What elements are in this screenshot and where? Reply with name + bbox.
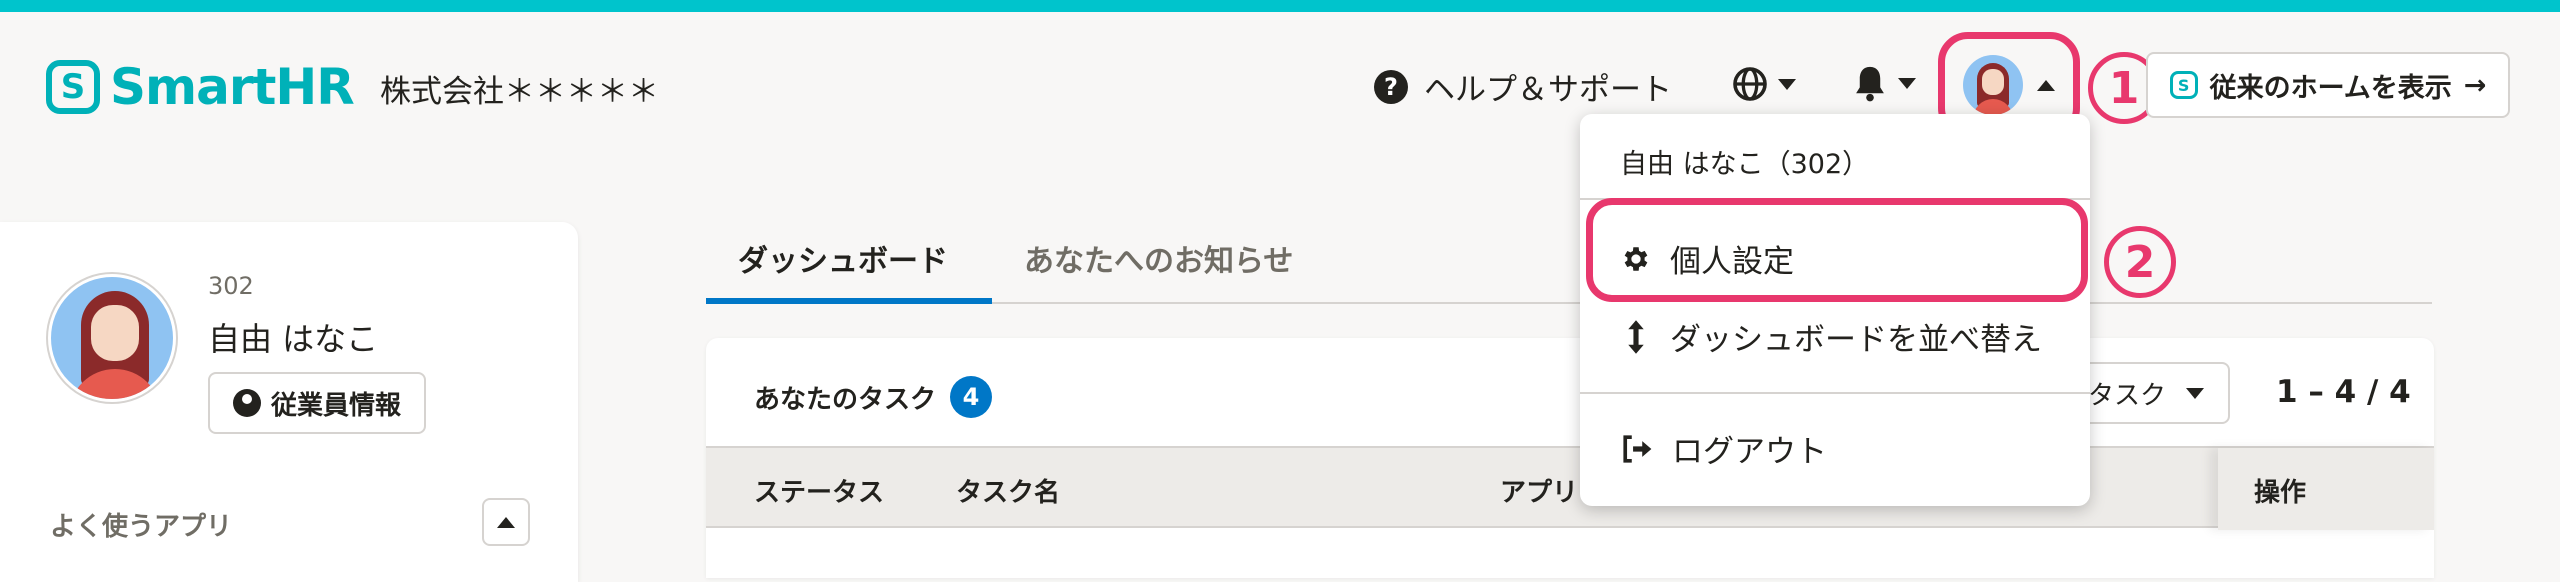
top-accent-bar (0, 0, 2560, 12)
column-header-status: ステータス (754, 478, 885, 508)
menu-item-label: ダッシュボードを並べ替え (1670, 322, 2042, 358)
legacy-home-button[interactable]: S 従来のホームを表示 → (2146, 52, 2510, 118)
menu-divider (1580, 392, 2090, 394)
help-label: ヘルプ＆サポート (1424, 72, 1672, 108)
company-name: 株式会社＊＊＊＊＊ (380, 74, 659, 110)
chevron-down-icon (1898, 77, 1916, 89)
task-card: あなたのタスク 4 タスク 1 – 4 / 4 ステータス タスク名 アプリ 操… (706, 338, 2434, 578)
collapse-favorites-button[interactable] (482, 498, 530, 546)
chevron-down-icon (1778, 78, 1796, 90)
pagination-info: 1 – 4 / 4 (2276, 374, 2411, 410)
arrow-right-icon: → (2463, 69, 2487, 101)
task-filter-label: タスク (2087, 380, 2166, 411)
employee-info-button[interactable]: 従業員情報 (208, 372, 426, 434)
smarthr-mini-icon: S (2169, 71, 2198, 99)
logout-icon (1623, 434, 1652, 463)
tab-dashboard[interactable]: ダッシュボード (706, 236, 992, 304)
employee-name: 自由 はなこ (208, 320, 379, 358)
chevron-up-icon (2037, 79, 2055, 91)
task-title-label: あなたのタスク (754, 384, 937, 415)
annotation-marker-2: 2 (2104, 226, 2176, 298)
column-header-task-name: タスク名 (956, 478, 1061, 508)
favorite-apps-heading: よく使うアプリ (50, 512, 233, 542)
bell-icon (1856, 66, 1884, 102)
logo-mark-icon: S (46, 60, 100, 114)
sort-icon (1628, 319, 1644, 354)
person-icon (232, 389, 261, 417)
annotation-highlight-personal-settings (1586, 198, 2088, 302)
task-title: あなたのタスク 4 (754, 376, 993, 418)
menu-item-sort-dashboard[interactable]: ダッシュボードを並べ替え (1620, 314, 2042, 359)
employee-info-label: 従業員情報 (270, 390, 401, 421)
tab-notices[interactable]: あなたへのお知らせ (1024, 236, 1293, 304)
legacy-home-label: 従来のホームを表示 (2209, 72, 2452, 104)
menu-item-logout[interactable]: ログアウト (1620, 426, 1827, 471)
chevron-down-icon (2186, 387, 2204, 399)
menu-item-label: ログアウト (1672, 434, 1827, 470)
operations-column: 操作 (2218, 448, 2434, 530)
user-dropdown-menu: 自由 はなこ（302） 個人設定 ダッシュボードを並べ替え ログアウト (1580, 114, 2090, 506)
column-header-actions: 操作 (2254, 478, 2307, 508)
globe-icon (1733, 67, 1767, 101)
notifications-button[interactable] (1852, 64, 1916, 102)
column-header-app: アプリ (1500, 478, 1579, 508)
language-menu-button[interactable] (1732, 66, 1796, 102)
avatar (1963, 55, 2023, 115)
employee-number: 302 (208, 272, 254, 300)
chevron-up-icon (497, 516, 515, 528)
avatar (48, 274, 176, 402)
task-count-badge: 4 (950, 376, 993, 418)
question-icon: ? (1374, 69, 1408, 104)
help-support-link[interactable]: ? ヘルプ＆サポート (1374, 64, 1672, 109)
logo-text: SmartHR (110, 58, 355, 116)
task-table-header: ステータス タスク名 アプリ 操作 (706, 446, 2434, 530)
profile-panel: 302 自由 はなこ 従業員情報 よく使うアプリ (0, 222, 578, 582)
smarthr-logo[interactable]: S SmartHR (46, 58, 355, 116)
user-name-line: 自由 はなこ（302） (1620, 149, 1870, 180)
